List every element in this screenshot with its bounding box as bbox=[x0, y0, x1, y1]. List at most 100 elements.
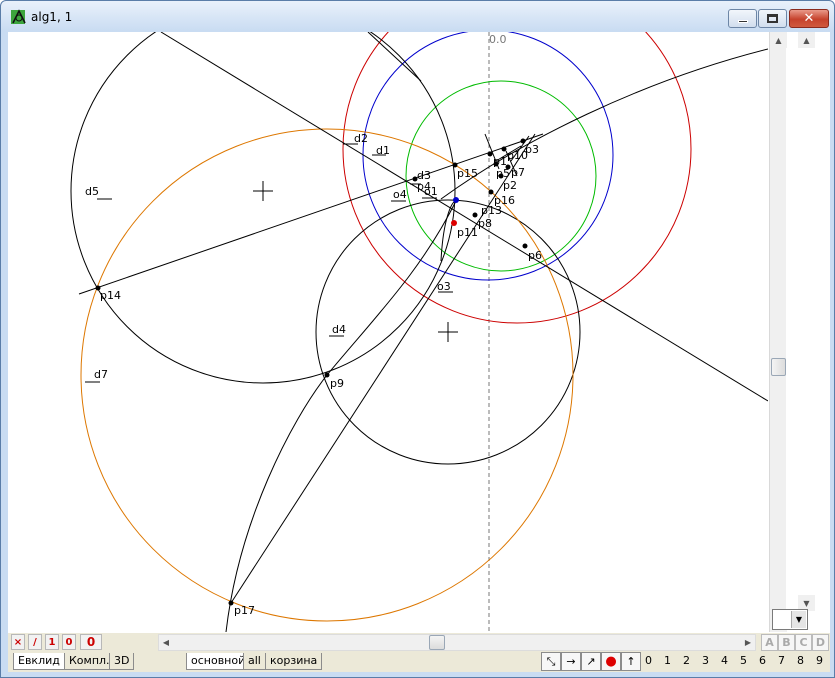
digit-4[interactable]: 4 bbox=[721, 654, 728, 667]
app-icon bbox=[11, 9, 26, 24]
point-p17 bbox=[228, 600, 234, 606]
button-d[interactable]: D bbox=[812, 634, 829, 651]
horizontal-scrollbar[interactable]: ◀ ▶ bbox=[158, 634, 756, 651]
up-tool-button[interactable]: ↑ bbox=[621, 652, 641, 671]
label-p17: p17 bbox=[234, 604, 255, 617]
label-p9: p9 bbox=[330, 377, 344, 390]
maximize-icon bbox=[767, 14, 778, 23]
label-p2: p2 bbox=[503, 179, 517, 192]
label-p7: p7 bbox=[511, 166, 525, 179]
red-dot-icon: ● bbox=[605, 654, 617, 669]
close-icon: ✕ bbox=[803, 11, 815, 26]
label-d2: d2 bbox=[354, 132, 368, 145]
label-p5: p5 bbox=[496, 167, 510, 180]
zero-button[interactable]: 0 bbox=[62, 634, 76, 650]
digit-6[interactable]: 6 bbox=[759, 654, 766, 667]
digit-8[interactable]: 8 bbox=[797, 654, 804, 667]
tab-3d[interactable]: 3D bbox=[109, 653, 135, 670]
tab-bar: Евклид Компл. 3D основной all корзина ⤡ … bbox=[8, 652, 830, 672]
tab-complex[interactable]: Компл. bbox=[64, 653, 115, 670]
segment-tool-button[interactable]: ⤡ bbox=[541, 652, 561, 671]
curve-upper-right[interactable] bbox=[440, 48, 768, 200]
vector-tool-button[interactable]: ↗ bbox=[581, 652, 601, 671]
title-bar[interactable]: alg1, 1 ✕ bbox=[1, 1, 834, 32]
label-p8: p8 bbox=[478, 217, 492, 230]
axis-label: 0.0 bbox=[489, 33, 507, 46]
digit-3[interactable]: 3 bbox=[702, 654, 709, 667]
point-a bbox=[487, 151, 493, 157]
curve-p9[interactable] bbox=[225, 200, 457, 632]
bottom-toolbar: × / 1 0 0 ◀ ▶ A B C D bbox=[8, 633, 830, 652]
big-zero-button[interactable]: 0 bbox=[80, 634, 102, 650]
point-p8 bbox=[472, 212, 478, 218]
one-button[interactable]: 1 bbox=[45, 634, 59, 650]
arrow-tool-button[interactable]: → bbox=[561, 652, 581, 671]
line-button[interactable]: / bbox=[28, 634, 42, 650]
point-p12 bbox=[453, 197, 459, 203]
point-p16 bbox=[488, 189, 494, 195]
digit-7[interactable]: 7 bbox=[778, 654, 785, 667]
tab-trash[interactable]: корзина bbox=[265, 653, 323, 670]
label-d4: d4 bbox=[332, 323, 346, 336]
point-p6 bbox=[522, 243, 528, 249]
label-o4: o4 bbox=[393, 188, 407, 201]
label-p11: p11 bbox=[457, 226, 478, 239]
close-button[interactable]: ✕ bbox=[789, 9, 829, 28]
tab-main[interactable]: основной bbox=[186, 653, 251, 670]
point-tool-button[interactable]: ● bbox=[601, 652, 621, 671]
center-mark-d5 bbox=[253, 181, 273, 201]
button-b[interactable]: B bbox=[778, 634, 795, 651]
drawing-canvas[interactable]: 0.0 d2 d1 d5 d4 d7 d3 o4 o1 o3 p4 p14 p9… bbox=[8, 32, 768, 632]
canvas-labels: d2 d1 d5 d4 d7 d3 o4 o1 o3 p4 p14 p9 p17… bbox=[85, 132, 542, 617]
center-mark-d4 bbox=[438, 322, 458, 342]
geometry-drawing[interactable]: 0.0 d2 d1 d5 d4 d7 d3 o4 o1 o3 p4 p14 p9… bbox=[8, 32, 768, 632]
label-p15: p15 bbox=[457, 167, 478, 180]
arrow-right-icon: → bbox=[566, 655, 576, 668]
button-c[interactable]: C bbox=[795, 634, 812, 651]
right-panel: ▲ ▼ bbox=[788, 32, 830, 632]
tab-all[interactable]: all bbox=[243, 653, 266, 670]
label-d1: d1 bbox=[376, 144, 390, 157]
label-p6: p6 bbox=[528, 249, 542, 262]
digit-1[interactable]: 1 bbox=[664, 654, 671, 667]
point-p9 bbox=[324, 372, 330, 378]
maximize-button[interactable] bbox=[758, 9, 787, 28]
panel-scroll-up-icon[interactable]: ▲ bbox=[798, 32, 815, 48]
arrow-up-icon: ↑ bbox=[626, 655, 636, 668]
digit-0[interactable]: 0 bbox=[645, 654, 652, 667]
label-o3: o3 bbox=[437, 280, 451, 293]
scroll-right-icon[interactable]: ▶ bbox=[741, 635, 755, 650]
digit-5[interactable]: 5 bbox=[740, 654, 747, 667]
scroll-up-icon[interactable]: ▲ bbox=[770, 32, 787, 48]
segment-icon: ⤡ bbox=[546, 654, 556, 668]
scroll-left-icon[interactable]: ◀ bbox=[159, 635, 173, 650]
minimize-icon bbox=[737, 20, 748, 23]
label-p4: p4 bbox=[417, 180, 431, 193]
delete-button[interactable]: × bbox=[11, 634, 25, 650]
minimize-button[interactable] bbox=[728, 9, 757, 28]
line-top[interactable] bbox=[367, 32, 422, 82]
diagonal-arrow-icon: ↗ bbox=[586, 655, 596, 668]
layer-combo[interactable]: ▼ bbox=[772, 609, 808, 630]
chevron-down-icon[interactable]: ▼ bbox=[791, 611, 806, 628]
right-panel-scroll[interactable]: ▲ ▼ bbox=[788, 32, 824, 632]
blue-circle[interactable] bbox=[362, 32, 614, 281]
horizontal-scroll-thumb[interactable] bbox=[429, 635, 445, 650]
label-p3: p3 bbox=[525, 143, 539, 156]
app-window: alg1, 1 ✕ 0.0 d2 d1 d5 d4 d7 d3 o4 o1 o3… bbox=[0, 0, 835, 678]
label-p1: p1 bbox=[493, 155, 507, 168]
window-title: alg1, 1 bbox=[31, 10, 73, 24]
label-d7: d7 bbox=[94, 368, 108, 381]
label-p14: p14 bbox=[100, 289, 121, 302]
circle-d5[interactable] bbox=[70, 32, 456, 384]
label-p16: p16 bbox=[494, 194, 515, 207]
digit-9[interactable]: 9 bbox=[816, 654, 823, 667]
vertical-scrollbar[interactable]: ▲ ▼ bbox=[769, 32, 787, 632]
button-a[interactable]: A bbox=[761, 634, 778, 651]
client-area: 0.0 d2 d1 d5 d4 d7 d3 o4 o1 o3 p4 p14 p9… bbox=[8, 32, 830, 672]
label-d5: d5 bbox=[85, 185, 99, 198]
vertical-scroll-thumb[interactable] bbox=[771, 358, 786, 376]
tab-euclid[interactable]: Евклид bbox=[13, 653, 65, 670]
points[interactable] bbox=[95, 138, 528, 606]
digit-2[interactable]: 2 bbox=[683, 654, 690, 667]
